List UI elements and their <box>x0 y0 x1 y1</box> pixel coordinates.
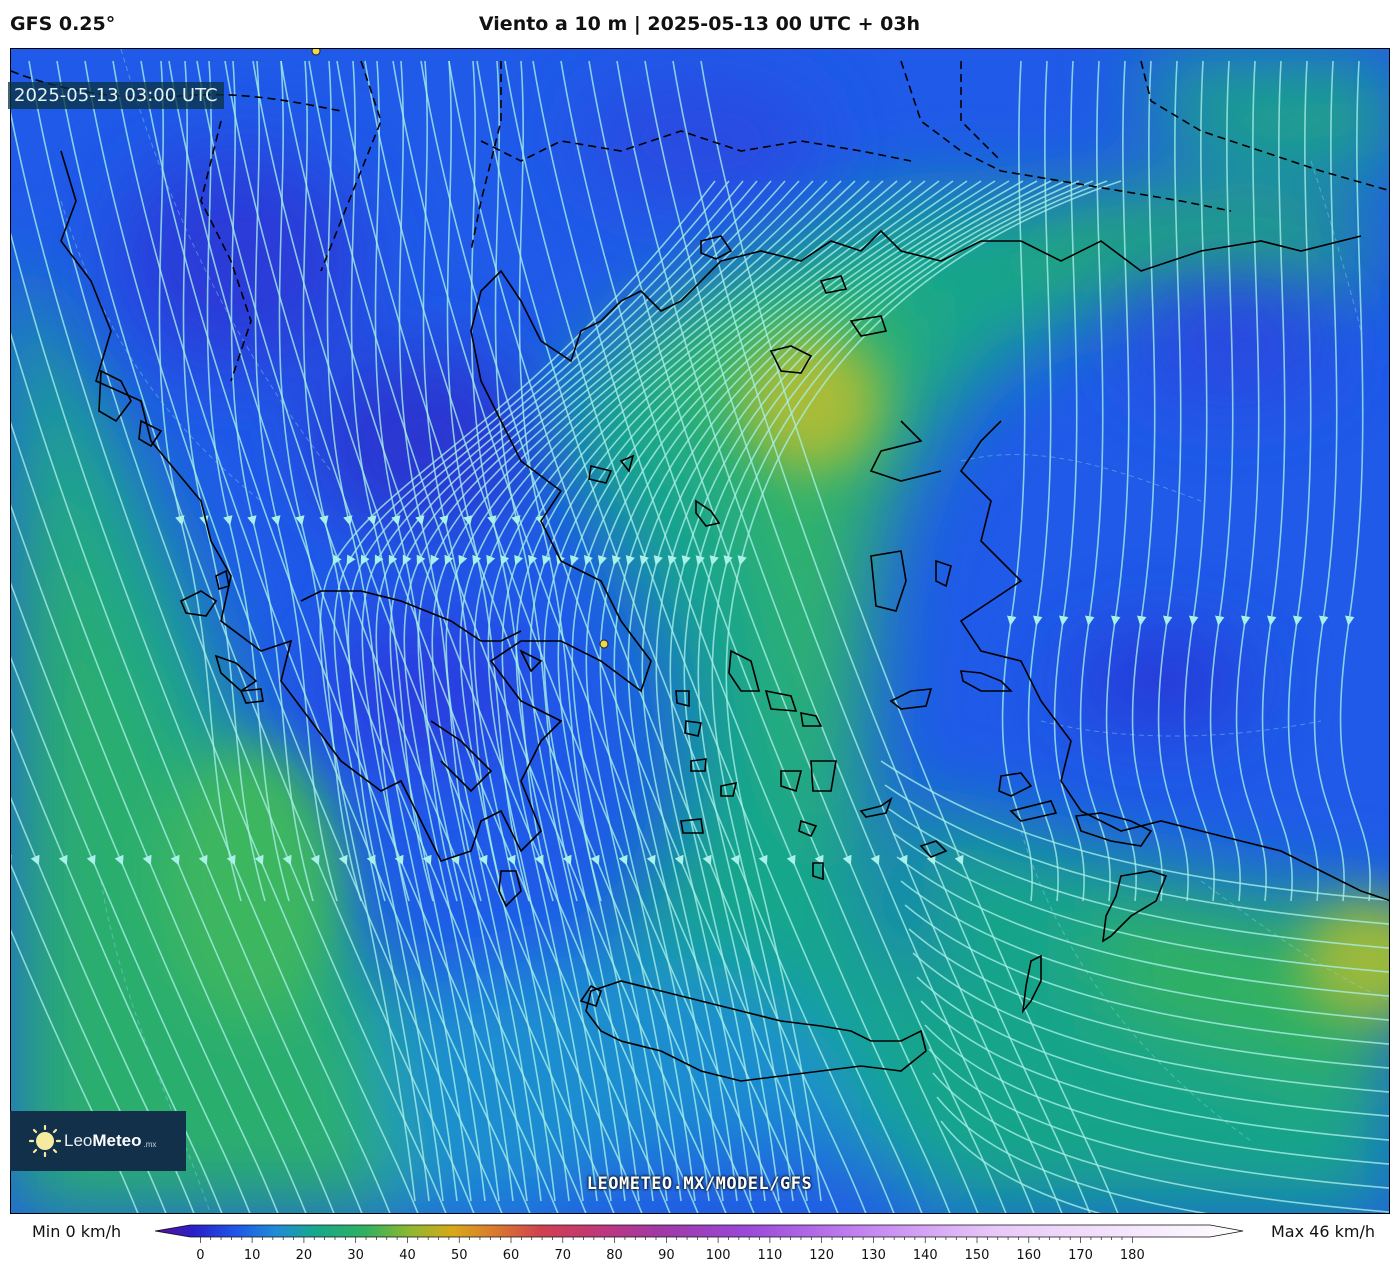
colorbar-tick-label: 170 <box>1068 1248 1093 1262</box>
sun-icon <box>28 1124 62 1158</box>
colorbar-tick-label: 140 <box>913 1248 938 1262</box>
athens-marker[interactable] <box>599 639 609 649</box>
colorbar-ticks <box>200 1237 1133 1243</box>
colorbar-tick-label: 120 <box>809 1248 834 1262</box>
colorbar-tick-label: 60 <box>503 1248 520 1262</box>
colorbar-tick-label: 80 <box>606 1248 623 1262</box>
wind-map[interactable] <box>10 48 1390 1214</box>
colorbar-tick-label: 90 <box>658 1248 675 1262</box>
colorbar-tick-label: 50 <box>451 1248 468 1262</box>
logo-text-mx: .mx <box>143 1139 157 1149</box>
colorbar-tick-label: 150 <box>965 1248 990 1262</box>
source-watermark[interactable]: LEOMETEO.MX/MODEL/GFS <box>0 1174 1399 1194</box>
colorbar-bar <box>155 1224 1244 1238</box>
colorbar-tick-label: 40 <box>399 1248 416 1262</box>
colorbar-tick-label: 160 <box>1016 1248 1041 1262</box>
wind-field-svg <box>11 49 1389 1213</box>
logo-text-meteo: Meteo <box>92 1131 142 1150</box>
colorbar-tick-labels: 0 10 20 30 40 50 60 70 80 90 100 110 120 130 140 150 160… <box>196 1248 1145 1262</box>
map-title: Viento a 10 m | 2025-05-13 00 UTC + 03h <box>478 13 921 35</box>
wind-speed-colorbar: 0 10 20 30 40 50 60 70 80 90 100 110 120 130 140 150 160… <box>155 1224 1244 1262</box>
legend-min-label: Min 0 km/h <box>32 1222 122 1241</box>
colorbar-tick-label: 180 <box>1120 1248 1145 1262</box>
colorbar-tick-label: 70 <box>555 1248 572 1262</box>
valid-time-label: 2025-05-13 03:00 UTC <box>8 82 224 109</box>
colorbar-tick-label: 110 <box>757 1248 782 1262</box>
colorbar-tick-label: 130 <box>861 1248 886 1262</box>
logo-text-leo: Leo <box>64 1131 93 1150</box>
leometeo-logo[interactable]: Leo Meteo .mx <box>10 1111 186 1171</box>
city-marker-north[interactable] <box>311 49 321 56</box>
colorbar-tick-label: 30 <box>347 1248 364 1262</box>
colorbar-tick-label: 0 <box>196 1248 204 1262</box>
colorbar-tick-label: 100 <box>706 1248 731 1262</box>
colorbar-tick-label: 20 <box>296 1248 313 1262</box>
colorbar-tick-label: 10 <box>244 1248 261 1262</box>
legend-max-label: Max 46 km/h <box>1271 1222 1375 1241</box>
